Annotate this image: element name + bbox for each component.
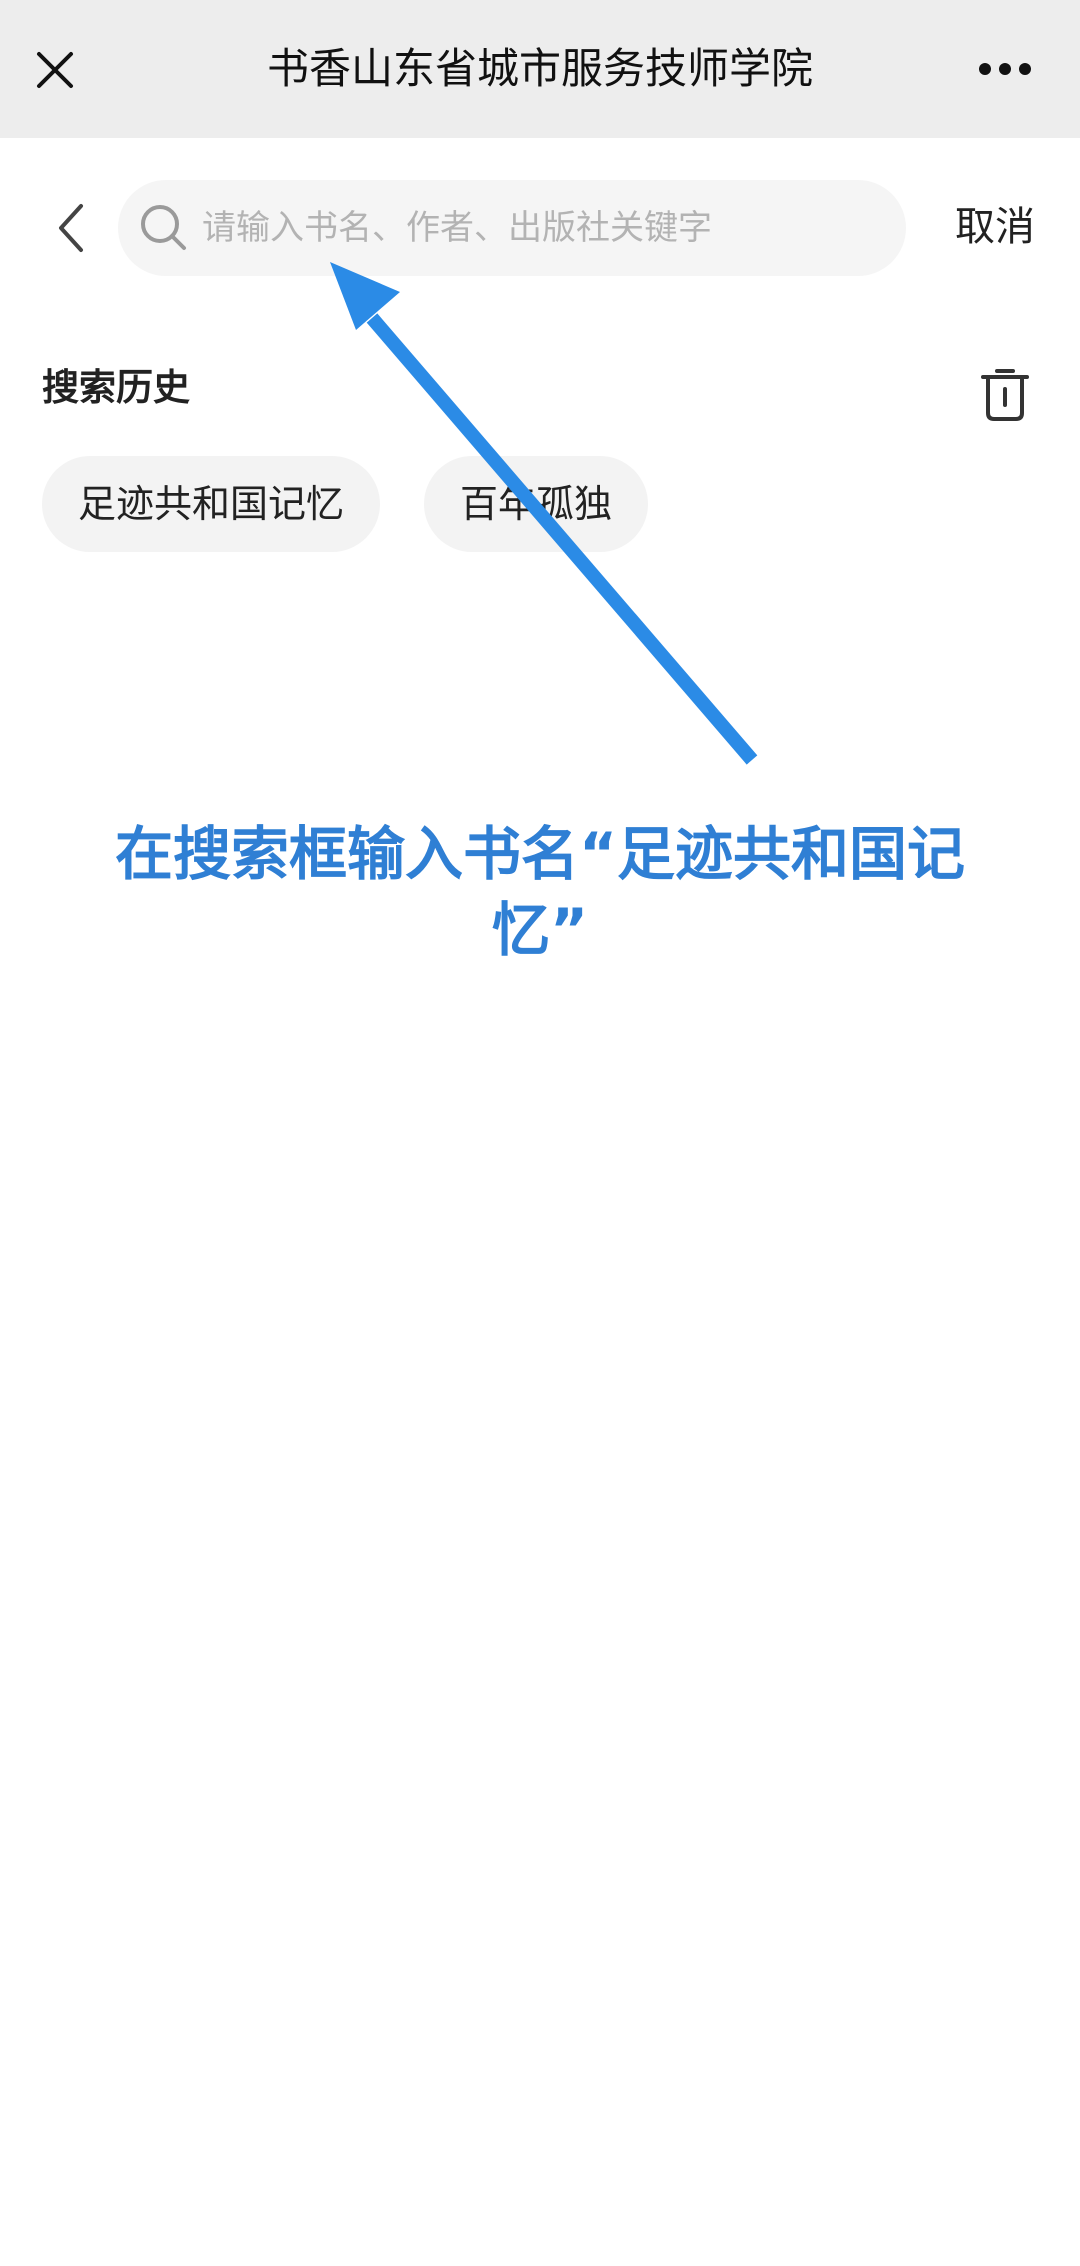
chevron-left-icon xyxy=(59,204,83,252)
search-history-title: 搜索历史 xyxy=(42,366,190,409)
search-bar[interactable] xyxy=(118,180,906,276)
close-button[interactable] xyxy=(22,30,88,110)
trash-icon xyxy=(981,369,1029,421)
search-input[interactable] xyxy=(202,180,882,276)
search-icon xyxy=(141,205,186,250)
history-chip[interactable]: 足迹共和国记忆 xyxy=(42,456,381,552)
page-title: 书香山东省城市服务技师学院 xyxy=(266,44,813,93)
back-button[interactable] xyxy=(46,188,96,268)
clear-history-button[interactable] xyxy=(972,362,1038,428)
more-options-button[interactable] xyxy=(970,34,1040,104)
annotation-text: 在搜索框输入书名“足迹共和国记忆” xyxy=(114,820,966,964)
annotation-arrow xyxy=(330,262,758,765)
history-chip[interactable]: 百年孤独 xyxy=(424,456,649,552)
search-history-list: 足迹共和国记忆 百年孤独 xyxy=(42,456,649,552)
more-icon xyxy=(979,63,1031,75)
close-icon xyxy=(37,52,73,88)
cancel-button[interactable]: 取消 xyxy=(940,194,1050,260)
top-navigation-bar: 书香山东省城市服务技师学院 xyxy=(0,0,1080,138)
